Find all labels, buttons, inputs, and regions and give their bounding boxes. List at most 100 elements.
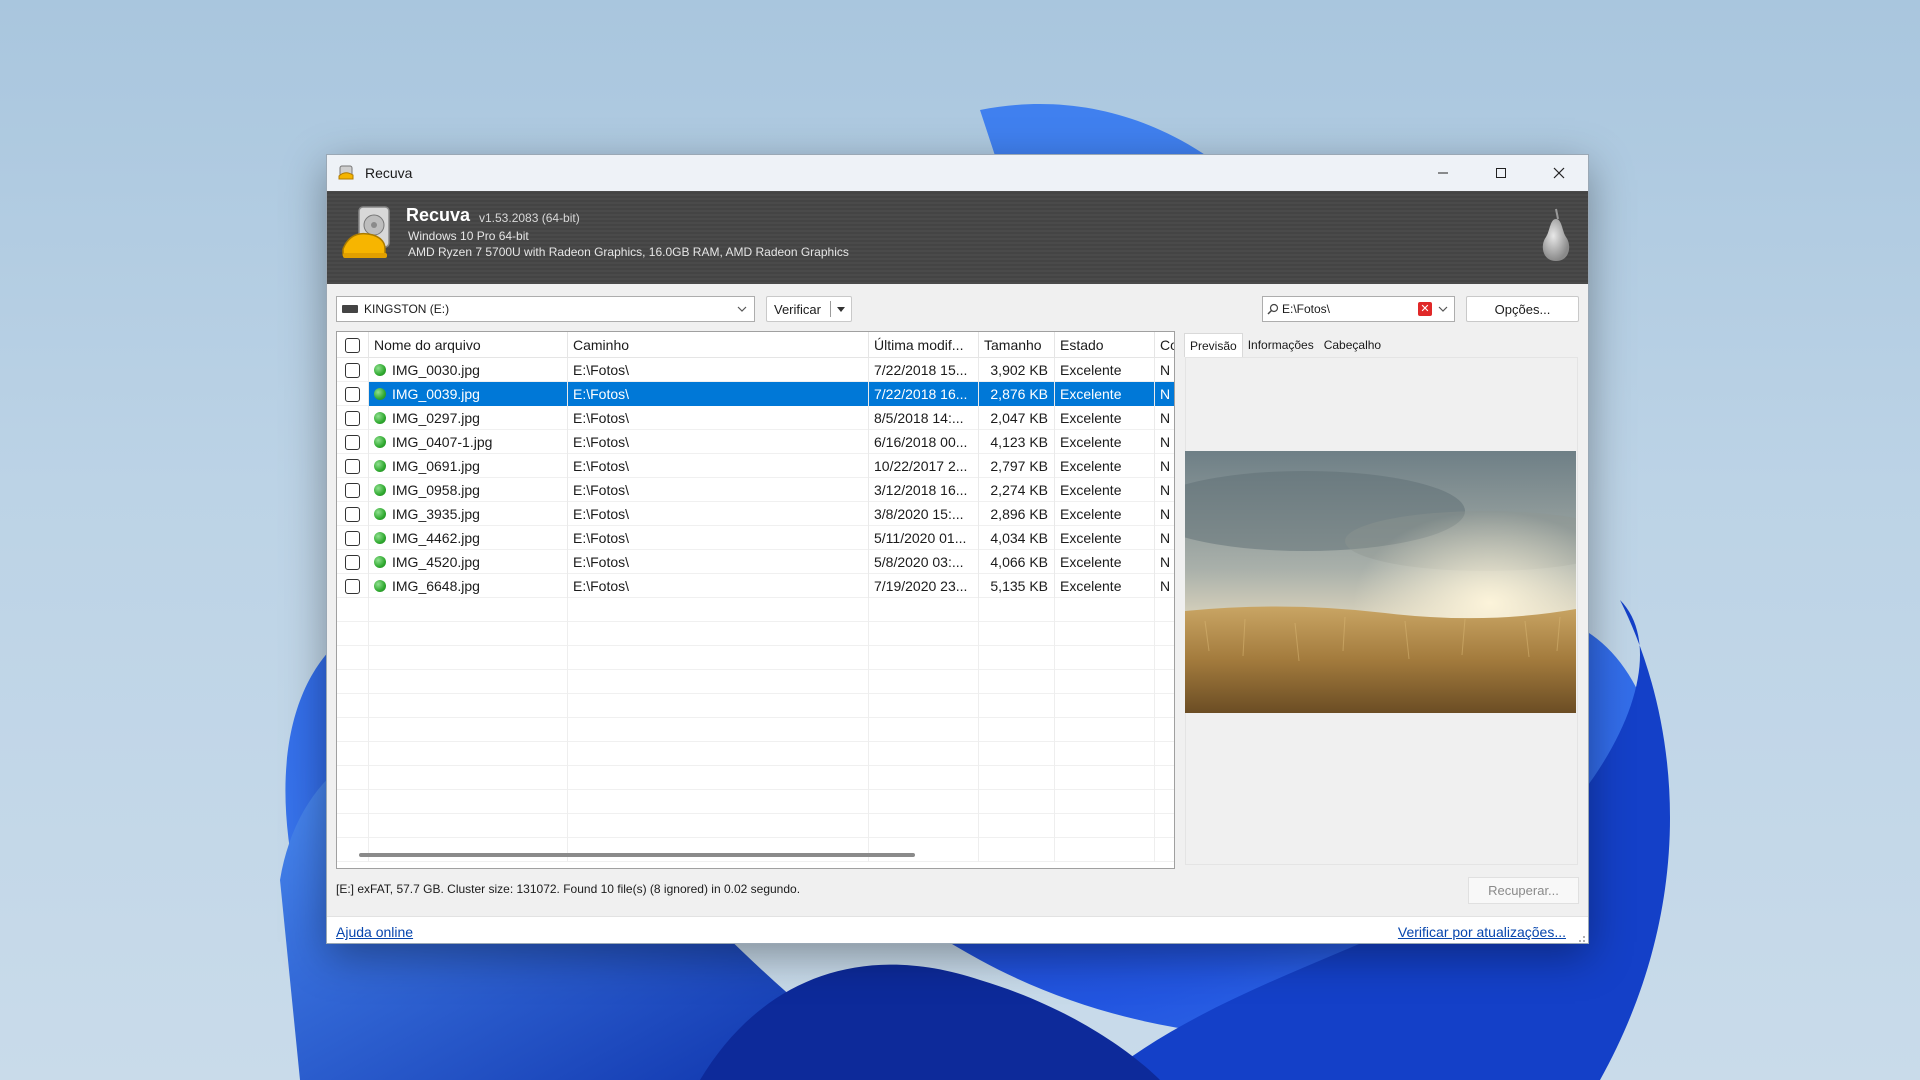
file-modified-cell: 3/8/2020 15:... [869,502,979,526]
chevron-down-icon[interactable] [1437,303,1449,315]
empty-row [337,814,1174,838]
row-checkbox[interactable] [345,458,360,474]
file-comment: N [1160,578,1171,594]
file-size: 5,135 KB [990,578,1048,594]
online-help-link[interactable]: Ajuda online [336,924,413,940]
horizontal-scrollbar[interactable] [359,853,915,857]
file-state: Excelente [1060,434,1122,450]
grid-line [368,694,369,718]
row-checkbox[interactable] [345,578,360,594]
recover-button[interactable]: Recuperar... [1468,877,1579,904]
grid-line [1054,598,1055,622]
select-all-checkbox[interactable] [345,337,360,353]
column-header-state[interactable]: Estado [1055,332,1155,357]
row-checkbox-cell [337,574,369,598]
empty-row [337,790,1174,814]
file-comment: N [1160,434,1171,450]
file-name-cell: IMG_4462.jpg [369,526,568,550]
file-state: Excelente [1060,482,1122,498]
maximize-button[interactable] [1472,155,1530,191]
options-button[interactable]: Opções... [1466,296,1579,322]
close-button[interactable] [1530,155,1588,191]
tab-preview[interactable]: Previsão [1184,333,1243,357]
banner-hardware-info: AMD Ryzen 7 5700U with Radeon Graphics, … [408,245,849,259]
preview-image [1185,451,1576,713]
file-state-dot-icon [374,460,386,472]
row-checkbox[interactable] [345,362,360,378]
empty-row [337,718,1174,742]
grid-line [868,670,869,694]
file-row[interactable]: IMG_4520.jpg E:\Fotos\ 5/8/2020 03:... 4,06… [337,550,1174,574]
file-state-dot-icon [374,412,386,424]
empty-row [337,622,1174,646]
grid-line [368,742,369,766]
file-name: IMG_0407-1.jpg [392,434,493,450]
file-path-cell: E:\Fotos\ [568,430,869,454]
file-row[interactable]: IMG_4462.jpg E:\Fotos\ 5/11/2020 01... 4,03… [337,526,1174,550]
file-size-cell: 3,902 KB [979,358,1055,382]
grid-line [978,790,979,814]
file-comment-cell: N [1155,502,1174,526]
column-header-path[interactable]: Caminho [568,332,869,357]
file-name-cell: IMG_4520.jpg [369,550,568,574]
row-checkbox[interactable] [345,410,360,426]
verify-button-label: Verificar [774,301,821,317]
row-checkbox[interactable] [345,554,360,570]
clear-filter-icon[interactable]: ✕ [1418,302,1432,316]
grid-line [368,646,369,670]
row-checkbox[interactable] [345,530,360,546]
file-modified: 3/8/2020 15:... [874,506,964,522]
tab-header[interactable]: Cabeçalho [1319,333,1386,357]
file-row[interactable]: IMG_0030.jpg E:\Fotos\ 7/22/2018 15... 3,90… [337,358,1174,382]
file-row[interactable]: IMG_0691.jpg E:\Fotos\ 10/22/2017 2... 2,79… [337,454,1174,478]
file-state-dot-icon [374,508,386,520]
grid-line [1054,646,1055,670]
close-icon [1553,167,1565,179]
file-state: Excelente [1060,458,1122,474]
column-header-size[interactable]: Tamanho [979,332,1055,357]
file-row[interactable]: IMG_0039.jpg E:\Fotos\ 7/22/2018 16... 2,87… [337,382,1174,406]
column-header-modified[interactable]: Última modif... [869,332,979,357]
column-header-name[interactable]: Nome do arquivo [369,332,568,357]
check-updates-link[interactable]: Verificar por atualizações... [1398,924,1566,940]
file-path-cell: E:\Fotos\ [568,574,869,598]
title-bar[interactable]: Recuva [327,155,1588,191]
grid-line [1054,790,1055,814]
grid-line [978,670,979,694]
file-size-cell: 4,123 KB [979,430,1055,454]
path-filter-combobox[interactable]: E:\Fotos\ ✕ [1262,296,1455,322]
resize-grip-icon[interactable] [1576,933,1586,943]
drive-select-value: KINGSTON (E:) [364,302,450,316]
row-checkbox[interactable] [345,386,360,402]
file-path: E:\Fotos\ [573,362,630,378]
file-row[interactable]: IMG_0407-1.jpg E:\Fotos\ 6/16/2018 00... 4,… [337,430,1174,454]
grid-line [1154,814,1155,838]
grid-line [1054,766,1055,790]
row-checkbox[interactable] [345,434,360,450]
file-row[interactable]: IMG_6648.jpg E:\Fotos\ 7/19/2020 23... 5,13… [337,574,1174,598]
grid-line [1154,694,1155,718]
file-state: Excelente [1060,578,1122,594]
empty-row [337,694,1174,718]
grid-line [868,718,869,742]
row-checkbox[interactable] [345,482,360,498]
file-path-cell: E:\Fotos\ [568,478,869,502]
verify-button[interactable]: Verificar [766,296,852,322]
file-row[interactable]: IMG_0958.jpg E:\Fotos\ 3/12/2018 16... 2,27… [337,478,1174,502]
row-checkbox[interactable] [345,506,360,522]
minimize-button[interactable] [1414,155,1472,191]
file-row[interactable]: IMG_0297.jpg E:\Fotos\ 8/5/2018 14:... 2,04… [337,406,1174,430]
tab-information[interactable]: Informações [1243,333,1319,357]
status-text: [E:] exFAT, 57.7 GB. Cluster size: 13107… [336,882,801,896]
file-list[interactable]: Nome do arquivo Caminho Última modif... … [336,331,1175,869]
file-comment-cell: N [1155,382,1174,406]
drive-select[interactable]: KINGSTON (E:) [336,296,755,322]
file-state-cell: Excelente [1055,502,1155,526]
grid-line [567,670,568,694]
file-size: 3,902 KB [990,362,1048,378]
column-header-comment[interactable]: Co [1155,332,1174,357]
verify-dropdown-arrow-icon[interactable] [837,307,845,312]
file-row[interactable]: IMG_3935.jpg E:\Fotos\ 3/8/2020 15:... 2,89… [337,502,1174,526]
file-path-cell: E:\Fotos\ [568,382,869,406]
file-state-cell: Excelente [1055,382,1155,406]
